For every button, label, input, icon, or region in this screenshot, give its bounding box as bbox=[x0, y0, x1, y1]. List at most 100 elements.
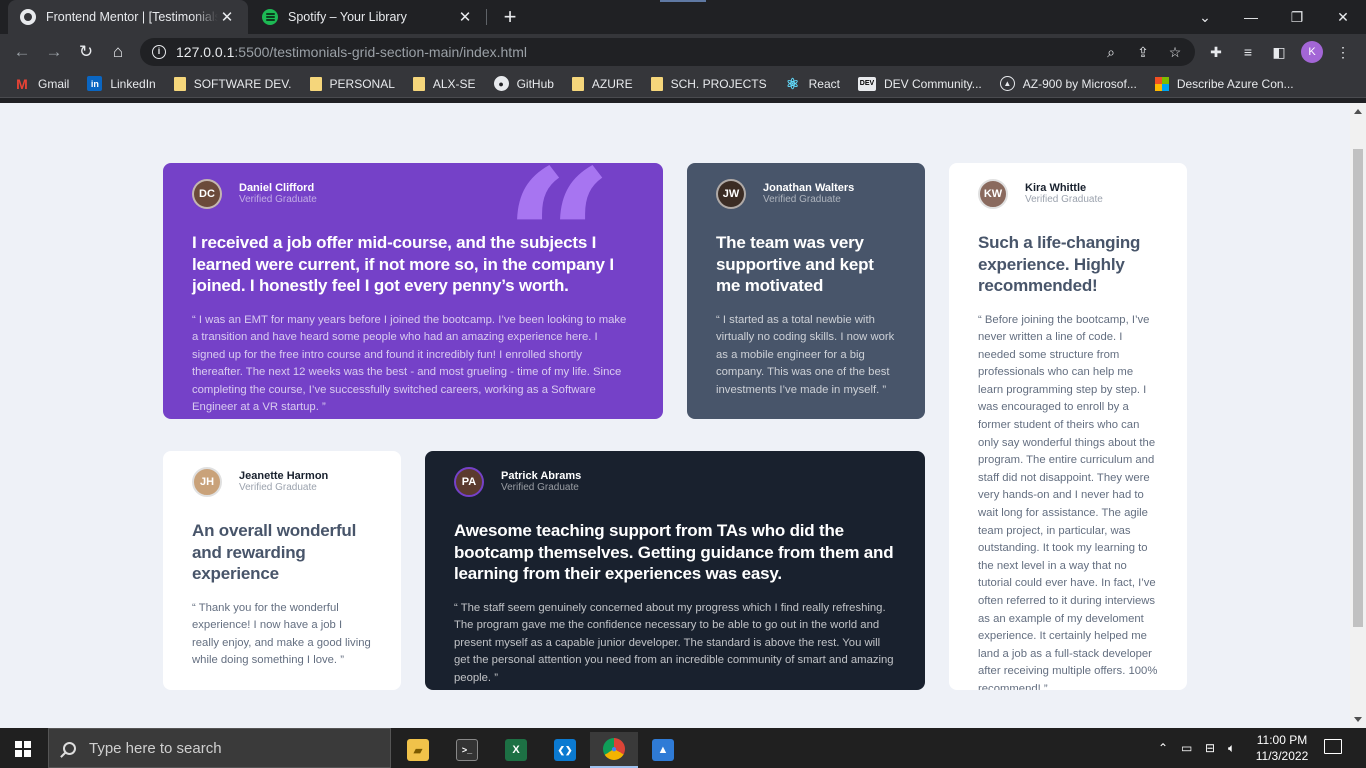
testimonial-card-patrick: PA Patrick Abrams Verified Graduate Awes… bbox=[425, 451, 925, 690]
taskbar-chrome[interactable]: ● bbox=[590, 732, 638, 768]
bookmark-software-dev[interactable]: SOFTWARE DEV. bbox=[173, 76, 292, 91]
scroll-up-arrow-icon[interactable] bbox=[1354, 109, 1362, 114]
tab-separator bbox=[486, 9, 487, 25]
page-scrollbar[interactable] bbox=[1350, 103, 1366, 728]
url-host: 127.0.0.1 bbox=[176, 44, 235, 60]
search-icon bbox=[63, 741, 76, 755]
tab-close-icon[interactable]: ✕ bbox=[218, 8, 236, 26]
windows-start-icon[interactable] bbox=[15, 741, 31, 757]
bookmark-label: Describe Azure Con... bbox=[1176, 76, 1294, 91]
bookmark-sch-projects[interactable]: SCH. PROJECTS bbox=[650, 76, 767, 91]
excel-icon: X bbox=[505, 739, 527, 761]
taskbar-terminal[interactable]: >_ bbox=[443, 732, 491, 768]
testimonial-headline: An overall wonderful and rewarding exper… bbox=[192, 521, 357, 583]
author-name: Jeanette Harmon bbox=[239, 470, 329, 482]
network-icon[interactable]: ⊟ bbox=[1205, 728, 1215, 768]
testimonial-quote: “ Thank you for the wonderful experience… bbox=[192, 601, 371, 667]
tab-spotify[interactable]: Spotify – Your Library ✕ bbox=[250, 0, 486, 34]
volume-icon[interactable]: 🔈︎ bbox=[1228, 728, 1235, 768]
avatar: PA bbox=[454, 467, 484, 497]
bookmark-star-icon[interactable]: ☆ bbox=[1167, 44, 1183, 60]
site-info-icon[interactable]: i bbox=[152, 45, 166, 59]
bookmark-label: PERSONAL bbox=[329, 76, 395, 91]
terminal-icon: >_ bbox=[456, 739, 478, 761]
bookmark-personal[interactable]: PERSONAL bbox=[309, 76, 395, 91]
side-panel-icon[interactable]: ◧ bbox=[1270, 43, 1288, 61]
author-role: Verified Graduate bbox=[239, 194, 317, 205]
clock-date: 11/3/2022 bbox=[1255, 749, 1309, 763]
bookmark-label: Gmail bbox=[38, 76, 70, 91]
tray-chevron-up-icon[interactable]: ⌃ bbox=[1158, 728, 1168, 768]
restore-button[interactable]: ❐ bbox=[1274, 0, 1320, 34]
bookmark-az-900[interactable]: ▲ AZ-900 by Microsof... bbox=[999, 76, 1137, 91]
bookmarks-bar: M Gmail in LinkedIn SOFTWARE DEV. PERSONAL… bbox=[0, 70, 1366, 98]
bookmark-alx-se[interactable]: ALX-SE bbox=[412, 76, 476, 91]
taskbar-excel[interactable]: X bbox=[492, 732, 540, 768]
media-queue-icon[interactable]: ≡ bbox=[1239, 43, 1257, 61]
taskbar-clock[interactable]: 11:00 PM 11/3/2022 bbox=[1250, 732, 1314, 764]
bookmark-azure[interactable]: AZURE bbox=[571, 76, 633, 91]
taskbar-vscode[interactable]: ❮❯ bbox=[541, 732, 589, 768]
card-header: KW Kira Whittle Verified Graduate bbox=[978, 179, 1158, 209]
bookmark-describe-azure[interactable]: Describe Azure Con... bbox=[1154, 76, 1294, 91]
new-tab-button[interactable]: + bbox=[498, 5, 522, 29]
author-role: Verified Graduate bbox=[501, 482, 579, 493]
bookmark-label: GitHub bbox=[516, 76, 554, 91]
battery-icon[interactable]: ▭ bbox=[1181, 728, 1192, 768]
taskbar-file-explorer[interactable]: ▰ bbox=[394, 732, 442, 768]
scroll-thumb[interactable] bbox=[1353, 149, 1363, 627]
chrome-icon: ● bbox=[603, 738, 625, 760]
testimonial-card-kira: KW Kira Whittle Verified Graduate Such a… bbox=[949, 163, 1187, 690]
extensions-puzzle-icon[interactable]: ✚ bbox=[1207, 43, 1225, 61]
tab-title: Spotify – Your Library bbox=[288, 10, 407, 24]
file-explorer-icon: ▰ bbox=[407, 739, 429, 761]
bookmark-label: AZURE bbox=[591, 76, 633, 91]
zoom-search-icon[interactable]: ⌕ bbox=[1103, 44, 1119, 60]
share-icon[interactable]: ⇪ bbox=[1135, 44, 1151, 60]
author-role: Verified Graduate bbox=[239, 482, 317, 493]
address-bar[interactable]: i 127.0.0.1:5500/testimonials-grid-secti… bbox=[140, 38, 1195, 66]
bookmark-label: ALX-SE bbox=[432, 76, 476, 91]
tab-close-icon[interactable]: ✕ bbox=[456, 8, 474, 26]
taskbar-search-box[interactable]: Type here to search bbox=[48, 728, 391, 768]
bookmark-react[interactable]: ⚛ React bbox=[785, 76, 840, 93]
bookmark-label: AZ-900 by Microsof... bbox=[1022, 76, 1137, 91]
profile-avatar[interactable]: K bbox=[1301, 41, 1323, 63]
close-window-button[interactable]: ✕ bbox=[1320, 0, 1366, 34]
bookmark-label: SCH. PROJECTS bbox=[670, 76, 767, 91]
frontend-mentor-favicon-icon bbox=[20, 9, 36, 25]
photos-icon: ▲ bbox=[652, 739, 674, 761]
scroll-down-arrow-icon[interactable] bbox=[1354, 717, 1362, 722]
notification-center-icon[interactable] bbox=[1324, 739, 1342, 754]
avatar: JH bbox=[192, 467, 222, 497]
bookmark-label: React bbox=[808, 76, 840, 91]
tab-frontend-mentor[interactable]: Frontend Mentor | [Testimonials grid sec… bbox=[8, 0, 248, 34]
back-arrow-icon[interactable]: ← bbox=[10, 40, 34, 64]
reload-icon[interactable]: ↻ bbox=[74, 40, 98, 64]
bookmark-linkedin[interactable]: in LinkedIn bbox=[87, 76, 156, 91]
tab-search-button[interactable]: ⌄ bbox=[1182, 0, 1228, 34]
home-icon[interactable]: ⌂ bbox=[106, 40, 130, 64]
linkedin-icon: in bbox=[87, 76, 103, 91]
testimonial-headline: Awesome teaching support from TAs who di… bbox=[454, 521, 894, 583]
testimonial-quote: “ I started as a total newbie with virtu… bbox=[716, 313, 895, 396]
taskbar-photos[interactable]: ▲ bbox=[639, 732, 687, 768]
kebab-menu-icon[interactable]: ⋮ bbox=[1334, 43, 1352, 61]
author-role: Verified Graduate bbox=[1025, 194, 1103, 205]
forward-arrow-icon[interactable]: → bbox=[42, 40, 66, 64]
testimonial-card-jeanette: JH Jeanette Harmon Verified Graduate An … bbox=[163, 451, 401, 690]
bookmark-github[interactable]: ● GitHub bbox=[493, 76, 554, 91]
browser-tab-strip: Frontend Mentor | [Testimonials grid sec… bbox=[0, 0, 1366, 34]
url-path: :5500/testimonials-grid-section-main/ind… bbox=[234, 44, 527, 60]
bookmark-dev-community[interactable]: DEV DEV Community... bbox=[857, 76, 982, 91]
bookmark-label: SOFTWARE DEV. bbox=[193, 76, 292, 91]
testimonial-quote: “ I was an EMT for many years before I j… bbox=[192, 313, 627, 414]
folder-icon bbox=[650, 76, 663, 91]
minimize-button[interactable]: — bbox=[1228, 0, 1274, 34]
avatar: DC bbox=[192, 179, 222, 209]
bookmark-gmail[interactable]: M Gmail bbox=[14, 76, 69, 92]
spotify-favicon-icon bbox=[262, 9, 278, 25]
github-icon: ● bbox=[493, 76, 509, 91]
microsoft-icon bbox=[1154, 76, 1169, 91]
vscode-icon: ❮❯ bbox=[554, 739, 576, 761]
